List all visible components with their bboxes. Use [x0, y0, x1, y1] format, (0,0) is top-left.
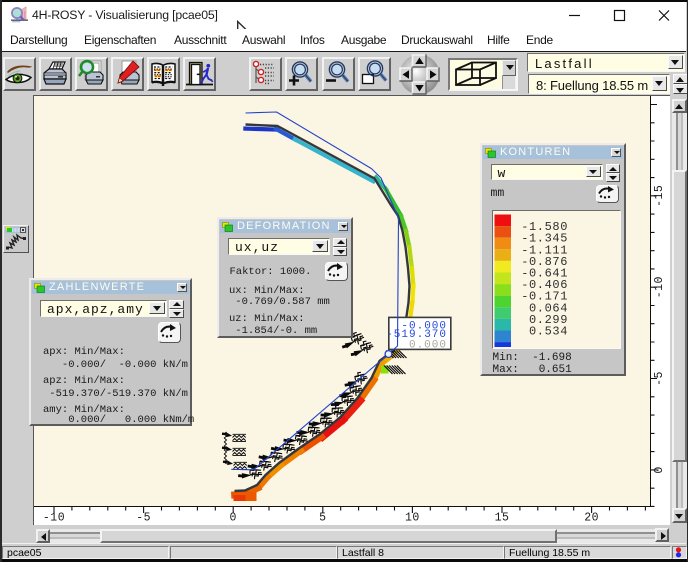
svg-text:-10: -10	[653, 276, 666, 298]
svg-text:5: 5	[319, 511, 326, 524]
svg-text:0: 0	[229, 511, 236, 524]
svg-text:-5: -5	[136, 511, 151, 524]
svg-text:-15: -15	[653, 184, 666, 206]
svg-text:15: 15	[495, 511, 510, 524]
svg-text:0.534: 0.534	[529, 324, 568, 338]
svg-text:20: 20	[584, 511, 599, 524]
svg-text:-10: -10	[43, 511, 65, 524]
svg-text:0: 0	[653, 466, 666, 473]
svg-text:0.000: 0.000	[409, 339, 447, 351]
svg-text:-5: -5	[653, 371, 666, 386]
svg-text:10: 10	[405, 511, 420, 524]
